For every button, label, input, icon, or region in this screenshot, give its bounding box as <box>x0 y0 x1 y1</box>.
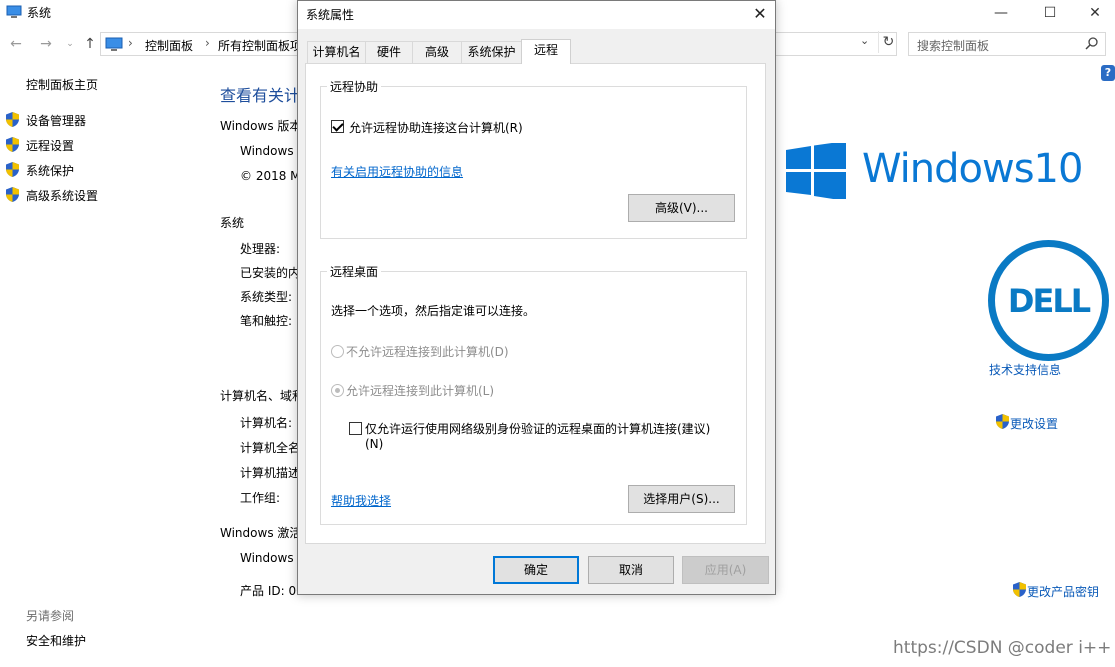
allow-remote-assistance-checkbox[interactable] <box>331 120 344 133</box>
breadcrumb-all-items[interactable]: 所有控制面板项 <box>218 37 302 54</box>
remote-desktop-prompt: 选择一个选项，然后指定谁可以连接。 <box>331 304 536 318</box>
dialog-title: 系统属性 <box>306 8 355 22</box>
help-icon[interactable]: ? <box>1101 65 1115 81</box>
pen-touch-label: 笔和触控: <box>240 314 293 328</box>
crumb-separator-icon: › <box>205 36 210 50</box>
crumb-separator-icon: › <box>128 36 133 50</box>
dialog-titlebar: 系统属性 ✕ <box>298 1 775 29</box>
memory-label: 已安装的内 <box>240 266 301 280</box>
up-arrow-icon[interactable]: ↑ <box>80 34 100 54</box>
computer-section-title: 计算机名、域和 <box>220 389 305 403</box>
change-product-key-link[interactable]: 更改产品密钥 <box>1012 581 1112 601</box>
cancel-button[interactable]: 取消 <box>588 556 674 584</box>
bg-window-title: 系统 <box>27 6 52 20</box>
tab-system-protection[interactable]: 系统保护 <box>461 41 522 63</box>
remote-desktop-label: 远程桌面 <box>327 263 382 280</box>
svg-text:DELL: DELL <box>1008 282 1091 320</box>
see-also-title: 另请参阅 <box>26 609 75 623</box>
activation-section-title: Windows 激活 <box>220 526 302 540</box>
windows-logo-icon <box>786 143 846 199</box>
sidebar-item-label: 高级系统设置 <box>26 189 99 203</box>
select-users-button[interactable]: 选择用户(S)... <box>628 485 735 513</box>
csdn-watermark: https://CSDN @coder i++ <box>893 638 1112 658</box>
product-id-label: 产品 ID: 00 <box>240 584 304 598</box>
deny-remote-label: 不允许远程连接到此计算机(D) <box>346 345 509 359</box>
processor-label: 处理器: <box>240 242 281 256</box>
tab-advanced[interactable]: 高级 <box>412 41 462 63</box>
windows10-wordmark: Windows10 <box>862 146 1083 192</box>
sidebar-item-label: 系统保护 <box>26 164 75 178</box>
system-section-title: 系统 <box>220 216 245 230</box>
apply-button[interactable]: 应用(A) <box>682 556 769 584</box>
shield-icon <box>6 137 19 152</box>
search-placeholder: 搜索控制面板 <box>917 39 990 53</box>
security-maintenance-link[interactable]: 安全和维护 <box>26 632 86 649</box>
control-panel-icon <box>105 37 123 51</box>
forward-arrow-icon[interactable]: → <box>36 34 56 54</box>
search-input[interactable]: 搜索控制面板 <box>908 32 1106 56</box>
tab-computer-name[interactable]: 计算机名 <box>307 41 366 63</box>
breadcrumb-control-panel[interactable]: 控制面板 <box>145 37 193 54</box>
shield-icon <box>6 162 19 177</box>
nla-only-checkbox[interactable] <box>349 422 362 435</box>
tab-hardware[interactable]: 硬件 <box>365 41 413 63</box>
minimize-button[interactable]: — <box>978 0 1024 28</box>
tab-remote[interactable]: 远程 <box>521 39 571 64</box>
system-properties-dialog: 系统属性 ✕ 计算机名 硬件 高级 系统保护 远程 远程协助 允许远程协助连接这… <box>297 0 776 595</box>
remote-tab-panel: 远程协助 允许远程协助连接这台计算机(R) 有关启用远程协助的信息 高级(V).… <box>305 63 766 544</box>
ok-button[interactable]: 确定 <box>493 556 579 584</box>
nla-only-label-line1: 仅允许运行使用网络级别身份验证的远程桌面的计算机连接(建议) <box>365 422 711 436</box>
allow-remote-label: 允许远程连接到此计算机(L) <box>346 384 495 398</box>
maximize-button[interactable]: ☐ <box>1027 0 1073 28</box>
refresh-icon[interactable]: ↻ <box>878 31 898 53</box>
allow-remote-radio[interactable] <box>331 384 344 397</box>
edition-name: Windows <box>240 144 294 158</box>
tab-strip: 计算机名 硬件 高级 系统保护 远程 <box>307 39 767 64</box>
remote-assistance-label: 远程协助 <box>327 78 382 95</box>
computer-name-label: 计算机名: <box>240 416 293 430</box>
shield-icon <box>996 414 1009 429</box>
remote-desktop-group: 远程桌面 选择一个选项，然后指定谁可以连接。 不允许远程连接到此计算机(D) 允… <box>320 263 747 525</box>
advanced-button[interactable]: 高级(V)... <box>628 194 735 222</box>
workgroup-label: 工作组: <box>240 491 281 505</box>
recent-dropdown-icon[interactable]: ⌄ <box>60 34 80 54</box>
allow-remote-assistance-label: 允许远程协助连接这台计算机(R) <box>349 121 523 135</box>
activation-text: Windows <box>240 551 294 565</box>
back-arrow-icon[interactable]: ← <box>6 34 26 54</box>
dell-logo-icon: DELL <box>988 240 1109 361</box>
shield-icon <box>1013 582 1026 597</box>
close-icon[interactable]: ✕ <box>745 1 775 29</box>
page-heading: 查看有关计 <box>220 86 301 105</box>
support-info-link[interactable]: 技术支持信息 <box>989 361 1061 378</box>
close-window-button[interactable]: ✕ <box>1072 0 1115 28</box>
remote-assistance-group: 远程协助 允许远程协助连接这台计算机(R) 有关启用远程协助的信息 高级(V).… <box>320 78 747 239</box>
nla-only-label-line2: (N) <box>365 437 384 451</box>
shield-icon <box>6 112 19 127</box>
full-name-label: 计算机全名 <box>240 441 301 455</box>
sidebar-home-link[interactable]: 控制面板主页 <box>26 76 98 93</box>
edition-section-title: Windows 版本 <box>220 119 302 133</box>
change-settings-link[interactable]: 更改设置 <box>995 413 1075 433</box>
help-me-choose-link[interactable]: 帮助我选择 <box>331 492 391 509</box>
address-dropdown-icon[interactable]: ⌄ <box>860 34 869 47</box>
remote-assistance-info-link[interactable]: 有关启用远程协助的信息 <box>331 163 463 180</box>
sidebar-item-label: 远程设置 <box>26 139 75 153</box>
change-product-key-label: 更改产品密钥 <box>1027 585 1100 599</box>
shield-icon <box>6 187 19 202</box>
deny-remote-radio[interactable] <box>331 345 344 358</box>
computer-icon <box>6 5 22 18</box>
system-type-label: 系统类型: <box>240 290 293 304</box>
description-label: 计算机描述 <box>240 466 301 480</box>
search-icon <box>1085 37 1098 50</box>
copyright-text: © 2018 M <box>240 169 301 183</box>
change-settings-label: 更改设置 <box>1010 417 1059 431</box>
sidebar-item-label: 设备管理器 <box>26 114 87 128</box>
